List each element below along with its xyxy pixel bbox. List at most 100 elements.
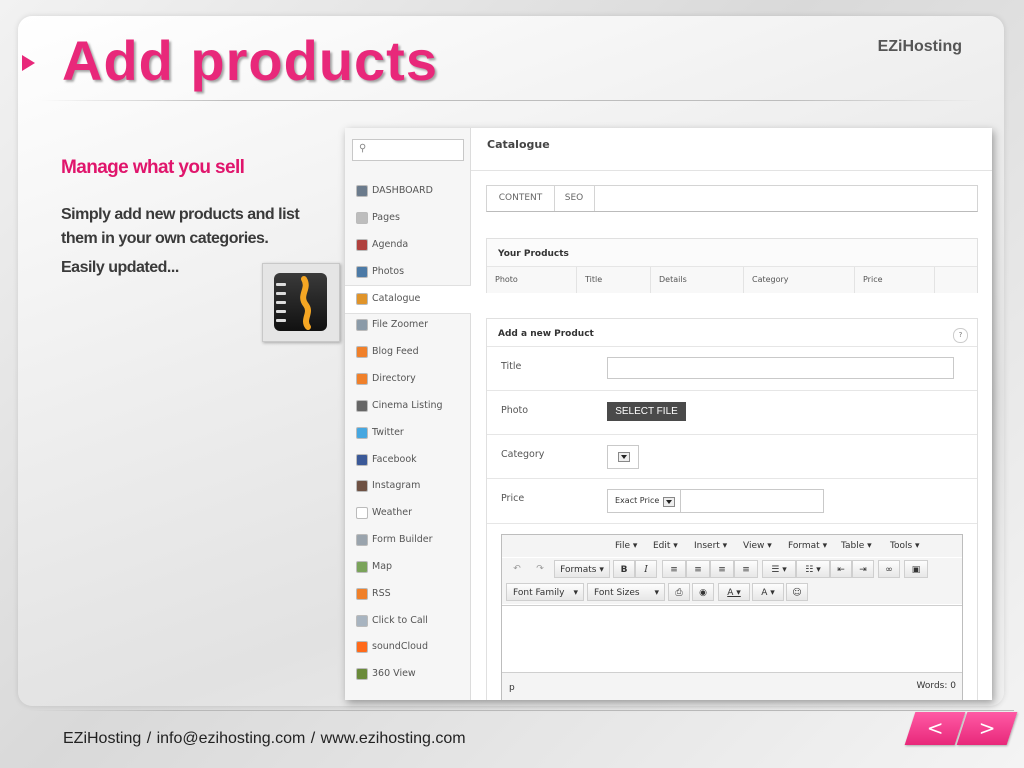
numbered-list-icon[interactable]: ☷ ▾: [796, 560, 830, 578]
bullet-list-icon[interactable]: ☰ ▾: [762, 560, 796, 578]
undo-icon[interactable]: ↶: [506, 560, 528, 578]
sidebar-item[interactable]: File Zoomer: [345, 312, 470, 339]
sidebar-item-label: Blog Feed: [372, 346, 419, 358]
italic-button[interactable]: I: [635, 560, 657, 578]
sidebar-item[interactable]: Form Builder: [345, 527, 470, 554]
catalogue-app-icon: [262, 263, 340, 342]
menu-file[interactable]: File ▾: [615, 541, 637, 551]
sidebar-item-label: DASHBOARD: [372, 185, 433, 196]
add-product-form: Add a new Product ? Title Photo SELECT F…: [486, 318, 978, 700]
menu-table[interactable]: Table ▾: [841, 541, 872, 551]
menu-view[interactable]: View ▾: [743, 541, 772, 551]
image-icon[interactable]: ▣: [904, 560, 928, 578]
sidebar-item[interactable]: DASHBOARD: [345, 178, 470, 205]
font-family-dropdown[interactable]: Font Family ▾: [506, 583, 584, 601]
sidebar-item[interactable]: Blog Feed: [345, 339, 470, 366]
column-header: Details: [651, 267, 744, 293]
dashboard-icon: [356, 185, 368, 197]
sidebar-item[interactable]: Twitter: [345, 420, 470, 447]
sidebar-item[interactable]: Agenda: [345, 232, 470, 259]
chevron-down-icon: ▾: [654, 588, 659, 598]
sidebar-item[interactable]: Directory: [345, 366, 470, 393]
category-select[interactable]: [607, 445, 639, 469]
help-icon[interactable]: ?: [953, 328, 968, 343]
sidebar-item[interactable]: Weather: [345, 500, 470, 527]
main-panel: Catalogue CONTENT SEO Your Products Phot…: [471, 128, 992, 700]
formats-dropdown[interactable]: Formats ▾: [554, 560, 610, 578]
photo-row: Photo SELECT FILE: [487, 390, 977, 435]
sidebar-item[interactable]: 360 View: [345, 661, 470, 688]
weather-icon: [356, 507, 368, 520]
font-sizes-dropdown[interactable]: Font Sizes ▾: [587, 583, 665, 601]
column-header: Photo: [487, 267, 577, 293]
sidebar-item[interactable]: Map: [345, 554, 470, 581]
previous-slide-button[interactable]: <: [904, 712, 966, 745]
align-left-icon[interactable]: ≡: [662, 560, 686, 578]
products-header-row: Photo Title Details Category Price: [487, 266, 977, 293]
column-header: Category: [744, 267, 855, 293]
align-justify-icon[interactable]: ≡: [734, 560, 758, 578]
instagram-icon: [356, 480, 368, 493]
rich-text-editor: File ▾ Edit ▾ Insert ▾ View ▾ Format ▾ T…: [501, 534, 963, 700]
title-divider: [40, 100, 980, 101]
sidebar-item[interactable]: Facebook: [345, 447, 470, 474]
menu-format[interactable]: Format ▾: [788, 541, 827, 551]
sidebar-item[interactable]: Pages: [345, 205, 470, 232]
preview-icon[interactable]: ◉: [692, 583, 714, 601]
sidebar-item-label: Twitter: [372, 426, 404, 438]
photos-icon: [356, 265, 368, 278]
select-file-button[interactable]: SELECT FILE: [607, 402, 686, 421]
word-count: Words: 0: [916, 681, 956, 691]
menu-insert[interactable]: Insert ▾: [694, 541, 727, 551]
sidebar-item-label: soundCloud: [372, 641, 428, 653]
menu-edit[interactable]: Edit ▾: [653, 541, 678, 551]
sidebar-item-label: Form Builder: [372, 534, 433, 546]
bold-button[interactable]: B: [613, 560, 635, 578]
page-title: Catalogue: [487, 138, 550, 151]
sidebar-item-label: Catalogue: [372, 293, 421, 305]
sidebar-item[interactable]: RSS: [345, 581, 470, 608]
cinema-icon: [356, 399, 368, 412]
sidebar-item[interactable]: Cinema Listing: [345, 393, 470, 420]
indent-icon[interactable]: ⇥: [852, 560, 874, 578]
sidebar-item[interactable]: Click to Call: [345, 608, 470, 635]
sidebar-item-label: Pages: [372, 211, 400, 223]
price-type-select[interactable]: Exact Price: [607, 489, 681, 513]
sidebar-item-label: Click to Call: [372, 614, 428, 626]
align-right-icon[interactable]: ≡: [710, 560, 734, 578]
sidebar-item[interactable]: Instagram: [345, 473, 470, 500]
sidebar-item[interactable]: Photos: [345, 259, 470, 286]
tab-content[interactable]: CONTENT: [487, 186, 555, 211]
font-family-label: Font Family: [513, 588, 565, 598]
menu-tools[interactable]: Tools ▾: [890, 541, 920, 551]
body-line: Simply add new products and list them in…: [61, 206, 300, 247]
emoticons-icon[interactable]: ☺: [786, 583, 808, 601]
redo-icon[interactable]: ↷: [529, 560, 551, 578]
editor-row: [487, 523, 977, 534]
price-label: Price: [501, 493, 525, 504]
link-icon[interactable]: ∞: [878, 560, 900, 578]
background-color-icon[interactable]: A ▾: [752, 583, 784, 601]
chevron-left-icon: <: [926, 716, 944, 740]
header-divider: [471, 170, 992, 171]
next-slide-button[interactable]: >: [956, 712, 1018, 745]
slide-subtitle: Manage what you sell: [61, 157, 245, 178]
rss-icon: [356, 372, 368, 385]
price-input[interactable]: [680, 489, 824, 513]
align-center-icon[interactable]: ≡: [686, 560, 710, 578]
cms-screenshot: ⚲ DASHBOARD Pages Agenda Photos Catalogue Fil…: [345, 128, 992, 700]
text-color-icon[interactable]: A ▾: [718, 583, 750, 601]
print-icon[interactable]: ⎙: [668, 583, 690, 601]
soundcloud-icon: [356, 641, 368, 654]
outdent-icon[interactable]: ⇤: [830, 560, 852, 578]
editor-toolbar-2: Font Family ▾ Font Sizes ▾ ⎙ ◉ A ▾ A ▾ ☺: [502, 581, 962, 604]
search-input[interactable]: ⚲: [352, 139, 464, 161]
sidebar-item-label: Weather: [372, 507, 412, 519]
sidebar-item-label: Cinema Listing: [372, 399, 443, 411]
title-input[interactable]: [607, 357, 954, 379]
sidebar-item[interactable]: Catalogue: [345, 285, 471, 315]
editor-content-area[interactable]: [502, 605, 962, 673]
products-table: Your Products Photo Title Details Catego…: [486, 238, 978, 293]
tab-seo[interactable]: SEO: [554, 186, 595, 211]
sidebar-item[interactable]: soundCloud: [345, 634, 470, 661]
